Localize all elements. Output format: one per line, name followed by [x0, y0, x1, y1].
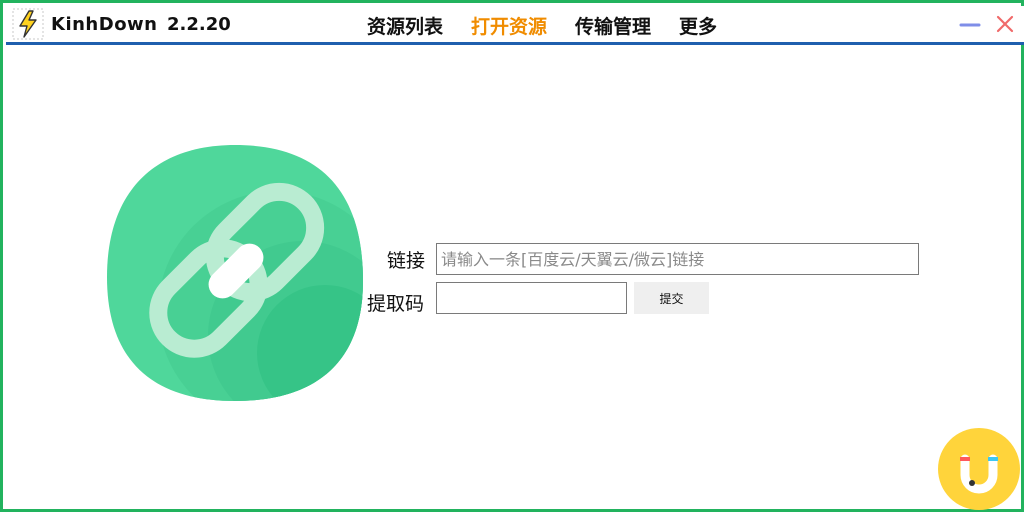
link-input[interactable] — [436, 243, 919, 275]
magnet-mascot-icon[interactable] — [937, 427, 1021, 511]
title-bar[interactable]: KinhDown 2.2.20 资源列表 打开资源 传输管理 更多 — [6, 6, 1024, 45]
submit-button[interactable]: 提交 — [634, 282, 709, 314]
minimize-icon[interactable] — [958, 12, 982, 36]
extract-code-input[interactable] — [436, 282, 627, 314]
app-name: KinhDown — [51, 14, 158, 35]
app-version: 2.2.20 — [167, 14, 231, 35]
lightning-icon — [12, 8, 44, 40]
tab-open-resource[interactable]: 打开资源 — [471, 12, 547, 38]
link-icon — [107, 145, 363, 401]
link-label: 链接 — [387, 250, 426, 272]
close-icon[interactable] — [993, 12, 1017, 36]
extract-code-label: 提取码 — [367, 293, 425, 315]
tab-resource-list[interactable]: 资源列表 — [367, 12, 443, 38]
tab-more[interactable]: 更多 — [679, 12, 717, 38]
app-window: KinhDown 2.2.20 资源列表 打开资源 传输管理 更多 链接 请输入… — [0, 0, 1024, 512]
tab-transfer-manager[interactable]: 传输管理 — [575, 12, 651, 38]
